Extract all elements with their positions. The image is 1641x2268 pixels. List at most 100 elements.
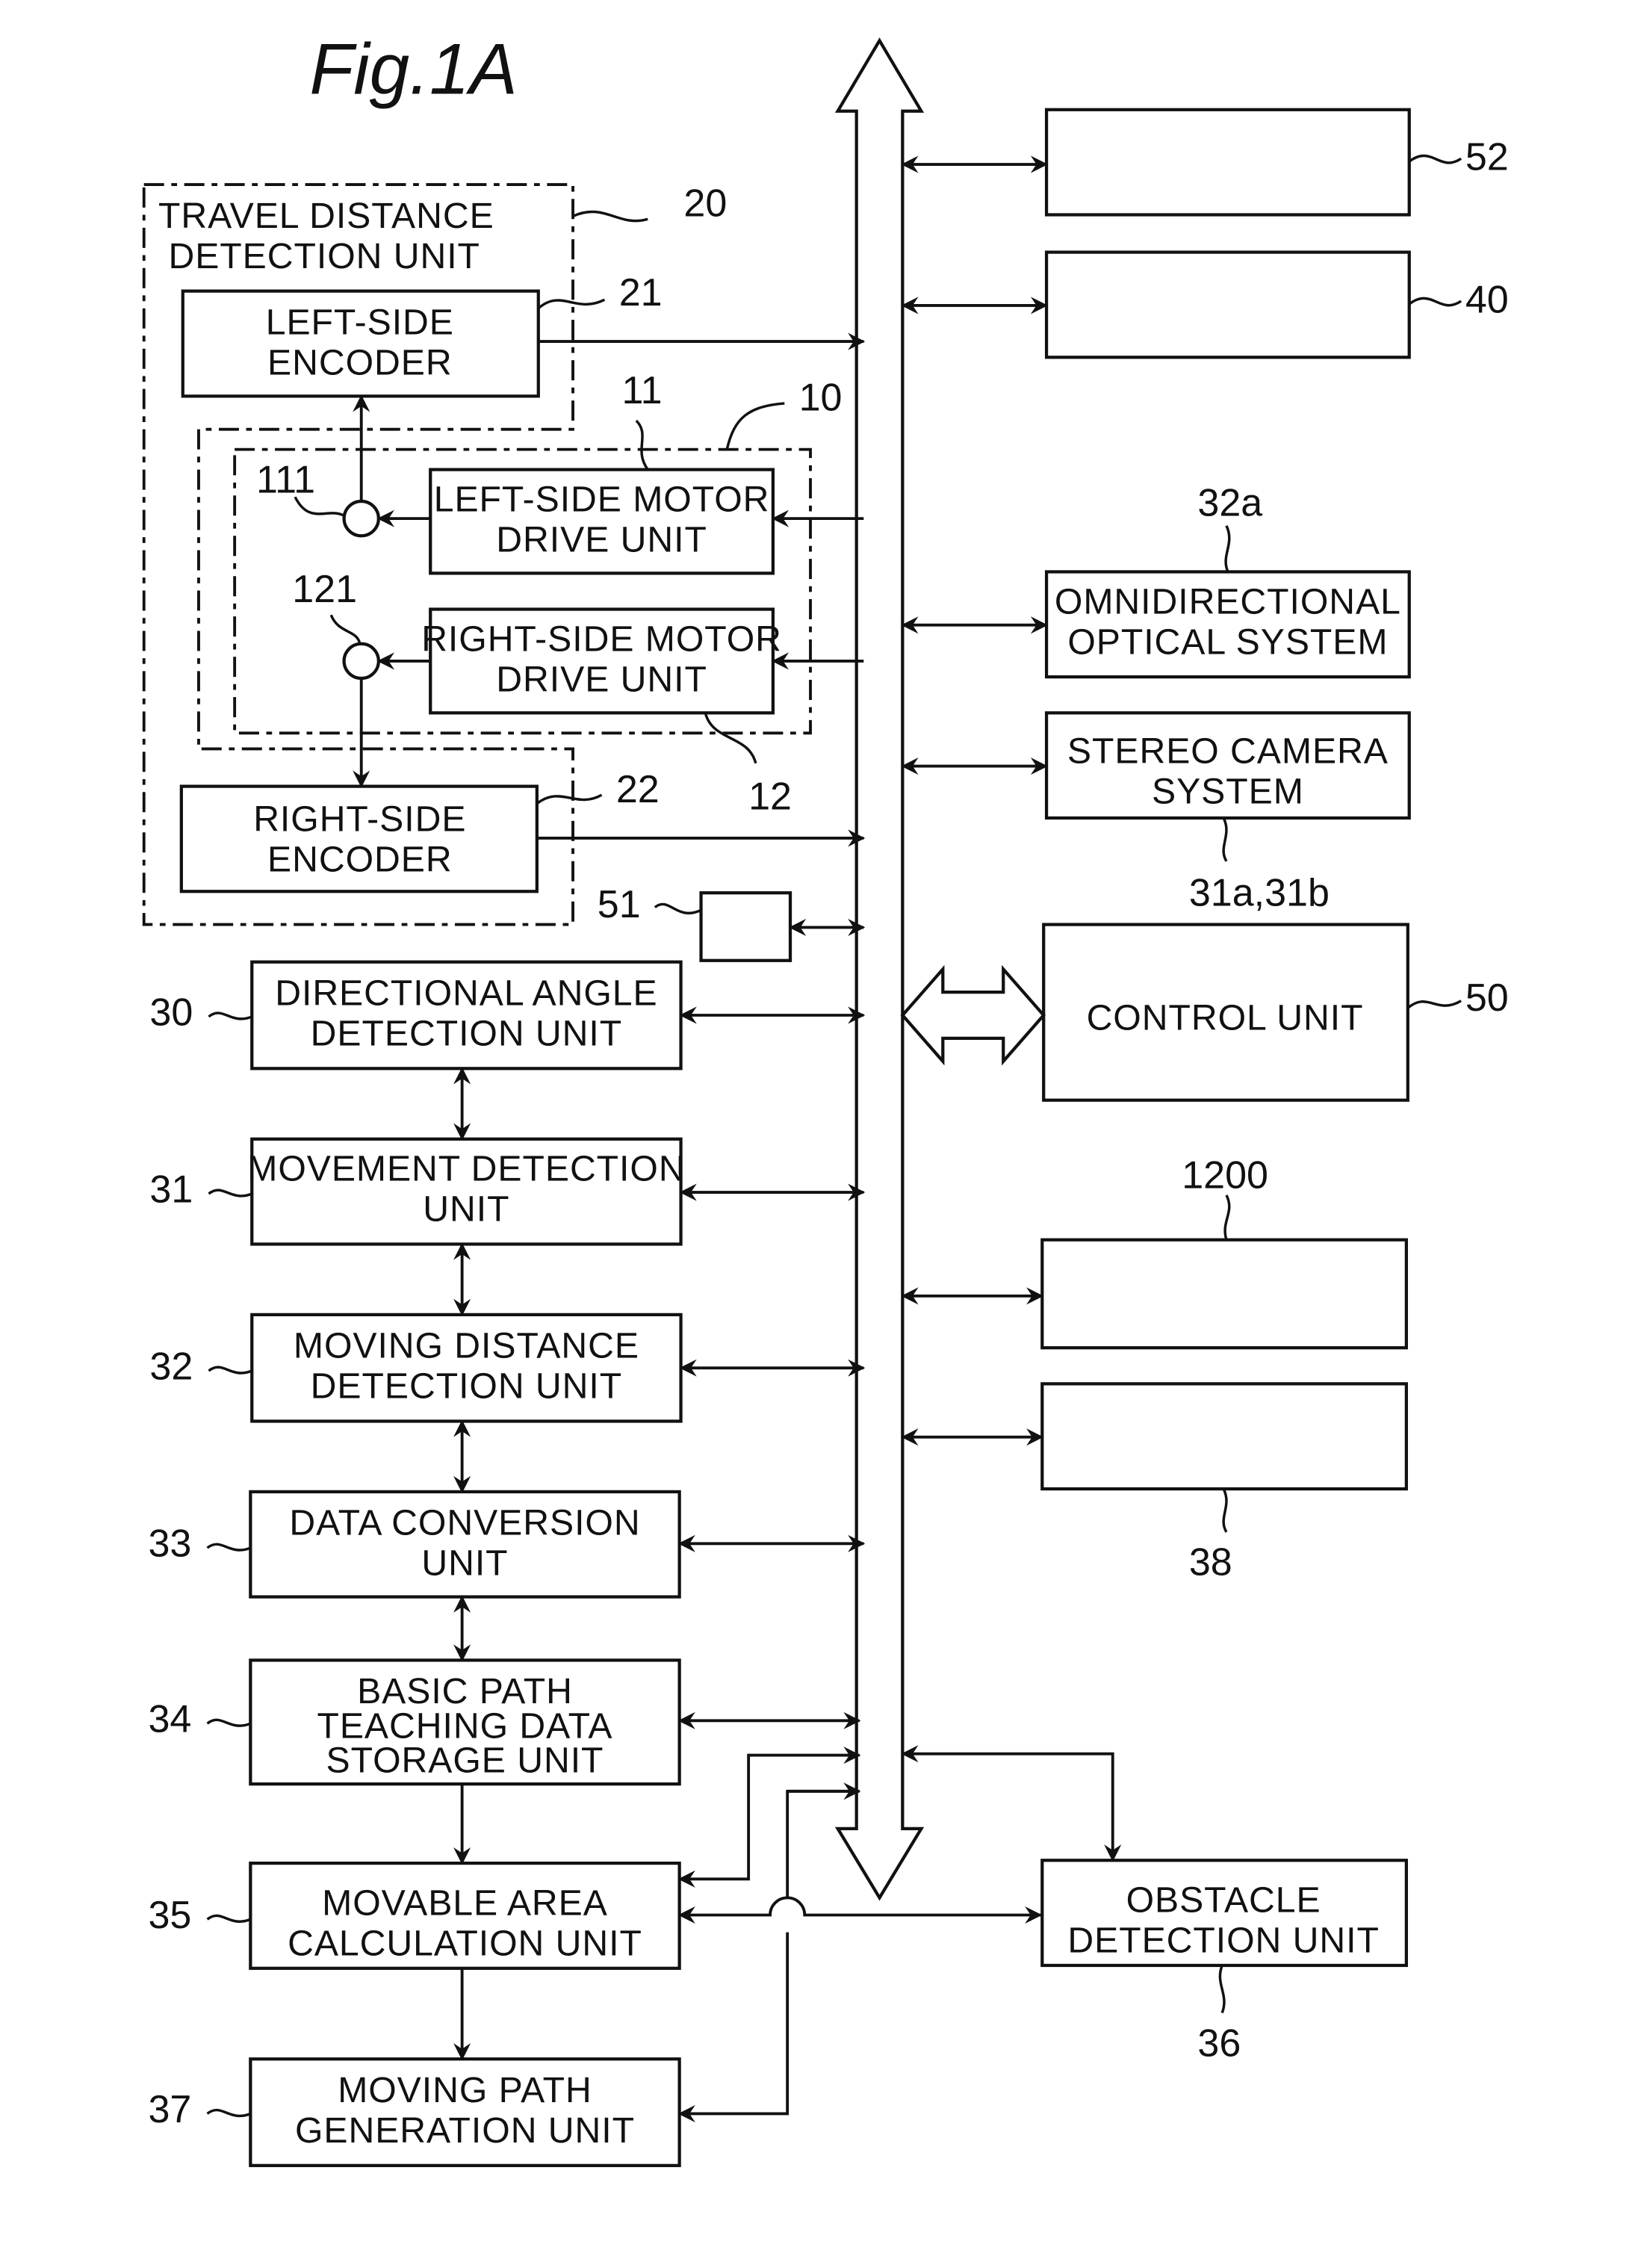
stereo-camera-system: STEREO CAMERA SYSTEM 31a,31b	[1044, 711, 1411, 915]
right-encoder-label-1: RIGHT-SIDE	[253, 799, 466, 839]
unit-34-label-3: STORAGE UNIT	[326, 1741, 604, 1781]
ref-111: 111	[256, 458, 315, 501]
omni-optical-label-1: OMNIDIRECTIONAL	[1055, 581, 1401, 622]
unit-31-label-2: UNIT	[423, 1189, 509, 1230]
ref-leader-50	[1406, 1000, 1462, 1009]
movement-detection-unit: MOVEMENT DETECTION UNIT 31	[149, 1137, 685, 1246]
left-encoder-label-1: LEFT-SIDE	[266, 302, 454, 342]
ref-leader-1200	[1223, 1195, 1231, 1241]
left-motor-label-1: LEFT-SIDE MOTOR	[434, 479, 770, 519]
unit-35-label-1: MOVABLE AREA	[322, 1883, 608, 1924]
unit-31-label-1: MOVEMENT DETECTION	[247, 1149, 685, 1189]
moving-distance-detection-unit: MOVING DISTANCE DETECTION UNIT 32	[149, 1313, 683, 1423]
basic-path-teaching-data-storage-unit: BASIC PATH TEACHING DATA STORAGE UNIT 34	[149, 1658, 681, 1786]
unit-37-label-2: GENERATION UNIT	[295, 2110, 635, 2151]
moving-path-generation-unit: MOVING PATH GENERATION UNIT 37	[149, 2057, 681, 2167]
ref-30: 30	[149, 991, 193, 1034]
ref-31a-31b: 31a,31b	[1189, 872, 1330, 915]
ref-leader-40	[1408, 297, 1462, 307]
ref-37: 37	[149, 2088, 192, 2131]
ref-38: 38	[1189, 1541, 1232, 1584]
ref-22: 22	[616, 768, 660, 811]
travel-distance-label-1: TRAVEL DISTANCE	[158, 196, 494, 236]
unit-37-label-1: MOVING PATH	[338, 2070, 592, 2110]
ref-leader-32	[208, 1366, 252, 1375]
ref-leader-10	[725, 402, 785, 450]
control-unit: CONTROL UNIT 50	[1042, 923, 1509, 1102]
ref-leader-38	[1222, 1488, 1228, 1533]
ref-leader-121	[329, 614, 362, 645]
right-motor-label-1: RIGHT-SIDE MOTOR	[421, 619, 782, 659]
ref-leader-31	[208, 1189, 252, 1197]
ref-leader-51	[654, 902, 702, 915]
obstacle-detection-unit: OBSTACLE DETECTION UNIT 36	[1040, 1859, 1408, 2065]
omnidirectional-optical-system: OMNIDIRECTIONAL OPTICAL SYSTEM 32a	[1044, 481, 1411, 679]
unit-38-box	[1040, 1382, 1408, 1491]
ref-32a: 32a	[1197, 481, 1262, 524]
ref-leader-33	[206, 1543, 251, 1552]
ref-leader-32a	[1224, 525, 1231, 573]
data-conversion-unit: DATA CONVERSION UNIT 33	[149, 1490, 681, 1599]
ref-121: 121	[292, 568, 357, 611]
stereo-camera-label-2: SYSTEM	[1152, 772, 1304, 812]
unit-40-box	[1044, 250, 1411, 359]
figure-title: Fig.1A	[309, 30, 517, 110]
directional-angle-detection-unit: DIRECTIONAL ANGLE DETECTION UNIT 30	[149, 960, 683, 1071]
ref-32: 32	[149, 1345, 193, 1389]
ref-12: 12	[748, 775, 792, 818]
ref-21: 21	[619, 271, 663, 315]
ref-31: 31	[149, 1168, 193, 1212]
ref-leader-30	[208, 1011, 252, 1020]
right-motor-label-2: DRIVE UNIT	[496, 659, 707, 699]
arrow-35-obstacle	[677, 1896, 1043, 1924]
ref-20: 20	[683, 182, 727, 225]
block-diagram: Fig.1A TRAVEL DISTANCE DETECTION UNIT 20…	[142, 30, 1509, 2167]
omni-optical-label-2: OPTICAL SYSTEM	[1067, 622, 1388, 662]
ref-leader-22	[536, 793, 603, 805]
ref-34: 34	[149, 1698, 192, 1741]
unit-52-box	[1044, 108, 1411, 217]
ref-leader-20	[572, 210, 648, 223]
right-encoder-label-2: ENCODER	[267, 839, 453, 879]
left-motor-label-2: DRIVE UNIT	[496, 519, 707, 560]
right-wheel	[342, 642, 380, 681]
arrow-bus-obstacle	[901, 1745, 1122, 1862]
left-wheel	[342, 499, 380, 538]
ref-51: 51	[598, 883, 641, 926]
ref-leader-35	[206, 1914, 251, 1923]
left-side-motor-drive-unit: LEFT-SIDE MOTOR DRIVE UNIT 11	[429, 369, 775, 575]
bus-control-hollow-arrow	[900, 964, 1046, 1066]
arrow-bus-37	[680, 1789, 860, 2114]
ref-1200: 1200	[1182, 1153, 1268, 1197]
unit-51-box	[699, 891, 792, 962]
ref-40: 40	[1465, 279, 1509, 322]
ref-leader-34	[206, 1718, 251, 1727]
unit-30-label-1: DIRECTIONAL ANGLE	[275, 973, 657, 1014]
ref-52: 52	[1465, 136, 1509, 179]
ref-leader-12	[704, 712, 757, 764]
ref-leader-11	[635, 419, 649, 471]
ref-35: 35	[149, 1894, 192, 1937]
ref-33: 33	[149, 1522, 192, 1566]
right-side-encoder: RIGHT-SIDE ENCODER 22	[179, 768, 660, 893]
ref-36: 36	[1197, 2021, 1241, 2065]
system-bus	[834, 37, 925, 1901]
unit-1200-box	[1040, 1238, 1408, 1350]
ref-11: 11	[622, 369, 663, 412]
control-unit-label: CONTROL UNIT	[1087, 997, 1364, 1038]
unit-32-label-2: DETECTION UNIT	[311, 1366, 622, 1407]
unit-35-label-2: CALCULATION UNIT	[288, 1923, 642, 1963]
ref-leader-52	[1408, 154, 1462, 164]
obstacle-label-2: DETECTION UNIT	[1067, 1921, 1379, 1961]
ref-leader-36	[1218, 1965, 1226, 2014]
left-side-encoder: LEFT-SIDE ENCODER 21	[181, 271, 663, 398]
obstacle-label-1: OBSTACLE	[1126, 1880, 1321, 1921]
travel-distance-label-2: DETECTION UNIT	[168, 236, 480, 276]
arrow-bus-35	[677, 1747, 861, 1888]
unit-32-label-1: MOVING DISTANCE	[294, 1326, 639, 1366]
ref-50: 50	[1465, 976, 1509, 1020]
ref-10: 10	[799, 377, 843, 420]
unit-33-label-1: DATA CONVERSION	[289, 1503, 640, 1543]
ref-leader-31ab	[1222, 817, 1228, 862]
ref-leader-37	[206, 2108, 251, 2118]
